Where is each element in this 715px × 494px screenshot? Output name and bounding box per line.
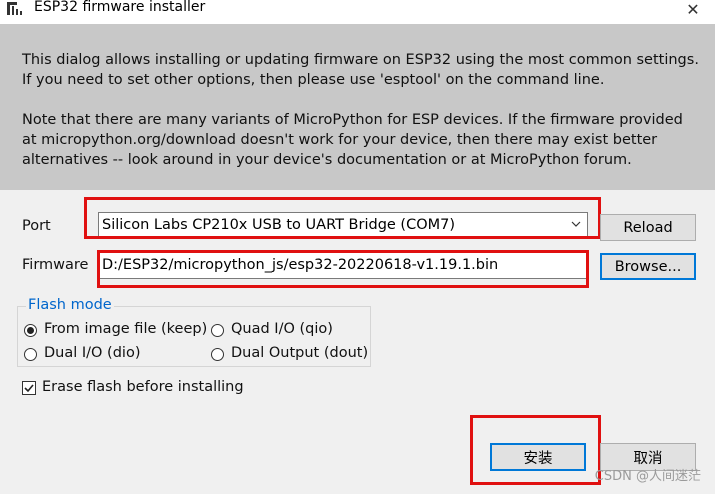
highlight-box-firmware: [97, 250, 589, 288]
radio-keep-label[interactable]: From image file (keep): [44, 321, 207, 337]
watermark: CSDN @人间迷茫: [594, 469, 701, 484]
info-text-line: This dialog allows installing or updatin…: [22, 52, 699, 68]
firmware-label: Firmware: [22, 257, 89, 273]
erase-label[interactable]: Erase flash before installing: [42, 379, 244, 395]
window-title: ESP32 firmware installer: [34, 0, 206, 15]
radio-dout-label[interactable]: Dual Output (dout): [231, 345, 368, 361]
install-button[interactable]: 安装: [490, 443, 586, 471]
checkmark-icon: [24, 384, 34, 393]
radio-dio[interactable]: [24, 348, 37, 361]
info-text-line: alternatives -- look around in your devi…: [22, 152, 632, 168]
browse-button[interactable]: Browse...: [600, 253, 696, 280]
info-text-line: at micropython.org/download doesn't work…: [22, 132, 658, 148]
radio-dio-label[interactable]: Dual I/O (dio): [44, 345, 140, 361]
title-bar: ESP32 firmware installer ✕: [0, 0, 715, 24]
radio-dout[interactable]: [211, 348, 224, 361]
port-label: Port: [22, 218, 51, 234]
info-text-line: If you need to set other options, then p…: [22, 72, 605, 88]
reload-button[interactable]: Reload: [600, 214, 696, 241]
info-text-line: Note that there are many variants of Mic…: [22, 112, 683, 128]
radio-qio-label[interactable]: Quad I/O (qio): [231, 321, 333, 337]
radio-qio[interactable]: [211, 324, 224, 337]
radio-keep[interactable]: [24, 324, 37, 337]
close-icon[interactable]: ✕: [671, 0, 715, 19]
info-panel: This dialog allows installing or updatin…: [0, 24, 715, 190]
flash-mode-legend: Flash mode: [26, 297, 114, 313]
highlight-box-port: [84, 197, 601, 239]
erase-checkbox[interactable]: [22, 381, 36, 395]
app-icon: [7, 2, 22, 15]
